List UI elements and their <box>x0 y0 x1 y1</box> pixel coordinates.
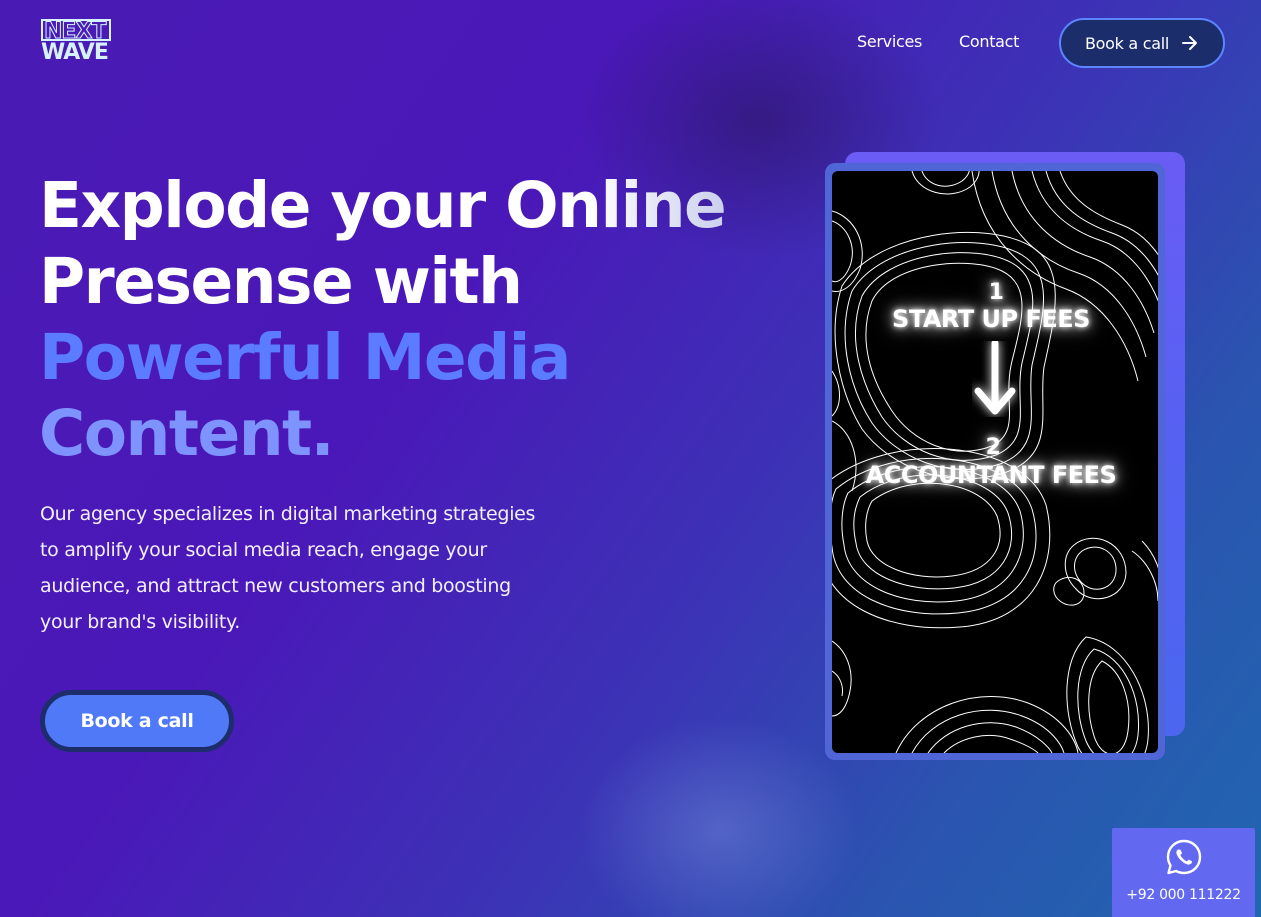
header-book-call-label: Book a call <box>1085 33 1169 53</box>
media-card[interactable]: 1 START UP FEES 2 ACCOUNTANT FEES <box>825 163 1165 760</box>
hero-description: Our agency specializes in digital market… <box>40 503 536 633</box>
hero-title: Explode your Online Presense with Powerf… <box>39 168 727 472</box>
step-2-label: ACCOUNTANT FEES <box>865 461 1117 489</box>
media-card-screen: 1 START UP FEES 2 ACCOUNTANT FEES <box>832 171 1158 753</box>
nav-services-link[interactable]: Services <box>857 32 922 51</box>
step-2-number: 2 <box>985 435 1001 460</box>
step-1-number: 1 <box>988 280 1004 305</box>
hero-title-line-1: Explode your Online <box>39 169 727 242</box>
logo-line-1: NEXT <box>41 19 111 43</box>
hero-title-line-3: Powerful Media <box>39 321 571 394</box>
arrow-down-icon <box>974 341 1016 415</box>
whatsapp-widget[interactable]: +92 000 111222 <box>1112 828 1255 917</box>
whatsapp-icon <box>1166 839 1202 875</box>
logo-line-2: WAVE <box>41 40 109 65</box>
whatsapp-phone: +92 000 111222 <box>1126 887 1241 903</box>
header-book-call-button[interactable]: Book a call <box>1059 18 1225 68</box>
hero-title-line-4: Content. <box>39 397 335 470</box>
logo[interactable]: NEXT WAVE <box>41 19 113 65</box>
arrow-right-icon <box>1182 36 1197 50</box>
step-1-label: START UP FEES <box>892 305 1090 333</box>
nav-contact-link[interactable]: Contact <box>959 32 1019 51</box>
hero-book-call-button[interactable]: Book a call <box>40 690 234 752</box>
hero-title-line-2: Presense with <box>39 245 523 318</box>
hero-book-call-label: Book a call <box>80 710 194 732</box>
